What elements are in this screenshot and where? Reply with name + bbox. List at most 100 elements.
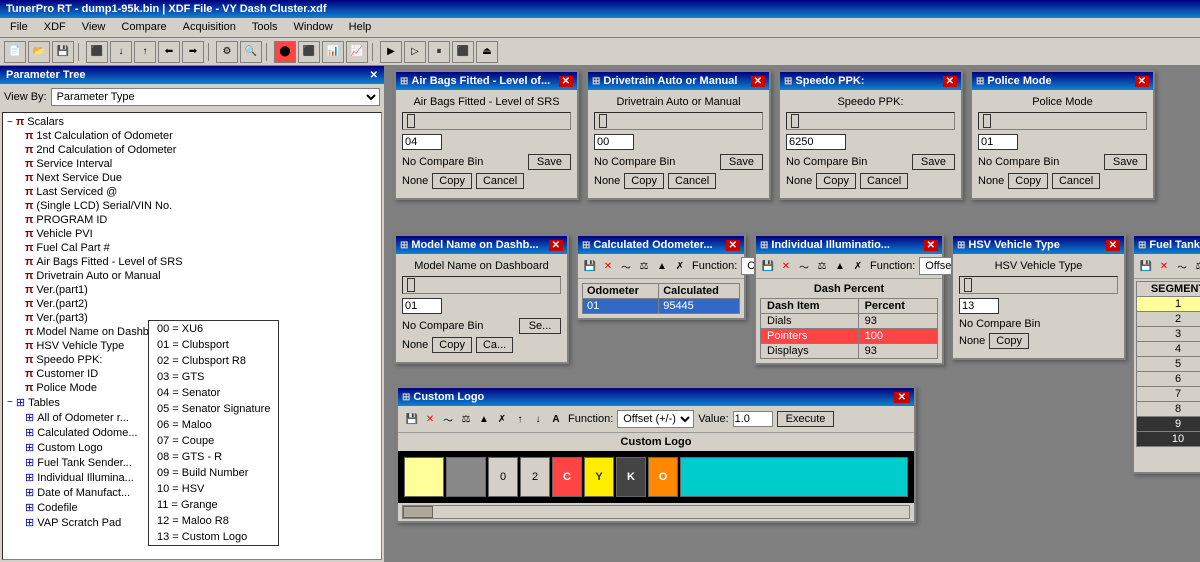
dropdown-item-2[interactable]: 02 = Clubsport R8: [149, 353, 278, 369]
toolbar-btn-9[interactable]: ⬛: [298, 41, 320, 63]
logo-cell-o[interactable]: O: [648, 457, 678, 497]
tree-scalars-header[interactable]: − π Scalars: [5, 115, 379, 129]
model-name-slider[interactable]: [402, 276, 561, 294]
hsv-copy-btn[interactable]: Copy: [989, 333, 1029, 349]
tree-item-drivetrain[interactable]: π Drivetrain Auto or Manual: [5, 269, 379, 283]
illum-title[interactable]: ⊞ Individual Illuminatio... ✕: [756, 236, 942, 254]
stop-button[interactable]: ⬛: [452, 41, 474, 63]
toolbar-btn-1[interactable]: ⬛: [86, 41, 108, 63]
triangle-icon[interactable]: ▲: [476, 411, 492, 427]
model-name-cancel-btn[interactable]: Ca...: [476, 337, 513, 353]
dropdown-item-9[interactable]: 09 = Build Number: [149, 465, 278, 481]
wave-icon[interactable]: 〜: [796, 258, 812, 274]
pause-button[interactable]: ⏸: [428, 41, 450, 63]
execute-btn[interactable]: Execute: [777, 411, 835, 427]
tree-item-fuel-cal[interactable]: π Fuel Cal Part #: [5, 241, 379, 255]
illum-row-pointers[interactable]: Pointers 100: [761, 329, 938, 344]
close-icon[interactable]: ✕: [1156, 258, 1172, 274]
seg-row-7[interactable]: 7 174: [1137, 387, 1200, 402]
open-button[interactable]: 📂: [28, 41, 50, 63]
drivetrain-close[interactable]: ✕: [751, 76, 765, 87]
calc-odometer-title[interactable]: ⊞ Calculated Odometer... ✕: [578, 236, 744, 254]
save-button[interactable]: 💾: [52, 41, 74, 63]
logo-cell-0[interactable]: [404, 457, 444, 497]
drivetrain-cancel-btn[interactable]: Cancel: [668, 173, 716, 189]
menu-tools[interactable]: Tools: [246, 20, 284, 35]
logo-cell-1[interactable]: [446, 457, 486, 497]
drivetrain-value[interactable]: [594, 134, 634, 150]
value-input[interactable]: [733, 411, 773, 427]
menu-compare[interactable]: Compare: [115, 20, 172, 35]
menu-xdf[interactable]: XDF: [38, 20, 72, 35]
model-name-close[interactable]: ✕: [549, 240, 563, 251]
seg-row-5[interactable]: 5 101: [1137, 357, 1200, 372]
save-icon[interactable]: 💾: [404, 411, 420, 427]
hsv-title[interactable]: ⊞ HSV Vehicle Type ✕: [953, 236, 1124, 254]
scale-icon[interactable]: ⚖: [636, 258, 652, 274]
down-icon[interactable]: ↓: [530, 411, 546, 427]
drivetrain-save-btn[interactable]: Save: [720, 154, 763, 170]
dropdown-item-0[interactable]: 00 = XU6: [149, 321, 278, 337]
tree-item-vehicle-pvi[interactable]: π Vehicle PVI: [5, 227, 379, 241]
wave-icon[interactable]: 〜: [440, 411, 456, 427]
tree-item-ver2[interactable]: π Ver.(part2): [5, 297, 379, 311]
eject-button[interactable]: ⏏: [476, 41, 498, 63]
calc-odometer-close[interactable]: ✕: [726, 240, 740, 251]
tree-item-air-bags[interactable]: π Air Bags Fitted - Level of SRS: [5, 255, 379, 269]
close-icon[interactable]: ✕: [422, 411, 438, 427]
toolbar-btn-2[interactable]: ↓: [110, 41, 132, 63]
seg-row-4[interactable]: 4 87: [1137, 342, 1200, 357]
scale-icon[interactable]: ⚖: [814, 258, 830, 274]
odo-row-1[interactable]: 01 95445: [583, 299, 740, 314]
close-icon[interactable]: ✕: [778, 258, 794, 274]
dropdown-item-10[interactable]: 10 = HSV: [149, 481, 278, 497]
tree-item-1st-odometer[interactable]: π 1st Calculation of Odometer: [5, 129, 379, 143]
up-icon[interactable]: ↑: [512, 411, 528, 427]
police-copy-btn[interactable]: Copy: [1008, 173, 1048, 189]
speedo-copy-btn[interactable]: Copy: [816, 173, 856, 189]
hsv-close[interactable]: ✕: [1106, 240, 1120, 251]
air-bags-close[interactable]: ✕: [559, 76, 573, 87]
bold-a-icon[interactable]: A: [548, 411, 564, 427]
logo-cell-2[interactable]: 0: [488, 457, 518, 497]
dropdown-item-5[interactable]: 05 = Senator Signature: [149, 401, 278, 417]
play2-button[interactable]: ▷: [404, 41, 426, 63]
model-name-copy-btn[interactable]: Copy: [432, 337, 472, 353]
drivetrain-title[interactable]: ⊞ Drivetrain Auto or Manual ✕: [588, 72, 769, 90]
model-name-title[interactable]: ⊞ Model Name on Dashb... ✕: [396, 236, 567, 254]
tree-item-2nd-odometer[interactable]: π 2nd Calculation of Odometer: [5, 143, 379, 157]
seg-row-2[interactable]: 2 50: [1137, 312, 1200, 327]
wave-icon[interactable]: 〜: [618, 258, 634, 274]
speedo-save-btn[interactable]: Save: [912, 154, 955, 170]
close-icon[interactable]: ✕: [600, 258, 616, 274]
police-save-btn[interactable]: Save: [1104, 154, 1147, 170]
illum-close[interactable]: ✕: [924, 240, 938, 251]
dropdown-item-4[interactable]: 04 = Senator: [149, 385, 278, 401]
seg-row-8[interactable]: 8 200: [1137, 402, 1200, 417]
police-value[interactable]: [978, 134, 1018, 150]
seg-row-1[interactable]: 1 45: [1137, 297, 1200, 312]
toolbar-btn-6[interactable]: ⚙: [216, 41, 238, 63]
seg-row-3[interactable]: 3 66: [1137, 327, 1200, 342]
police-close[interactable]: ✕: [1135, 76, 1149, 87]
drivetrain-copy-btn[interactable]: Copy: [624, 173, 664, 189]
toolbar-btn-10[interactable]: 📊: [322, 41, 344, 63]
triangle-icon[interactable]: ▲: [832, 258, 848, 274]
logo-cell-k[interactable]: K: [616, 457, 646, 497]
dropdown-item-7[interactable]: 07 = Coupe: [149, 433, 278, 449]
save-icon[interactable]: 💾: [1138, 258, 1154, 274]
model-name-value[interactable]: [402, 298, 442, 314]
scale-icon[interactable]: ⚖: [458, 411, 474, 427]
menu-file[interactable]: File: [4, 20, 34, 35]
police-title[interactable]: ⊞ Police Mode ✕: [972, 72, 1153, 90]
air-bags-title[interactable]: ⊞ Air Bags Fitted - Level of... ✕: [396, 72, 577, 90]
logo-cell-3[interactable]: 2: [520, 457, 550, 497]
seg-row-9[interactable]: 9 222: [1137, 417, 1200, 432]
tree-item-next-service[interactable]: π Next Service Due: [5, 171, 379, 185]
illum-row-displays[interactable]: Displays 93: [761, 344, 938, 359]
air-bags-copy-btn[interactable]: Copy: [432, 173, 472, 189]
toolbar-btn-4[interactable]: ⬅: [158, 41, 180, 63]
police-slider[interactable]: [978, 112, 1147, 130]
dropdown-item-13[interactable]: 13 = Custom Logo: [149, 529, 278, 545]
police-cancel-btn[interactable]: Cancel: [1052, 173, 1100, 189]
